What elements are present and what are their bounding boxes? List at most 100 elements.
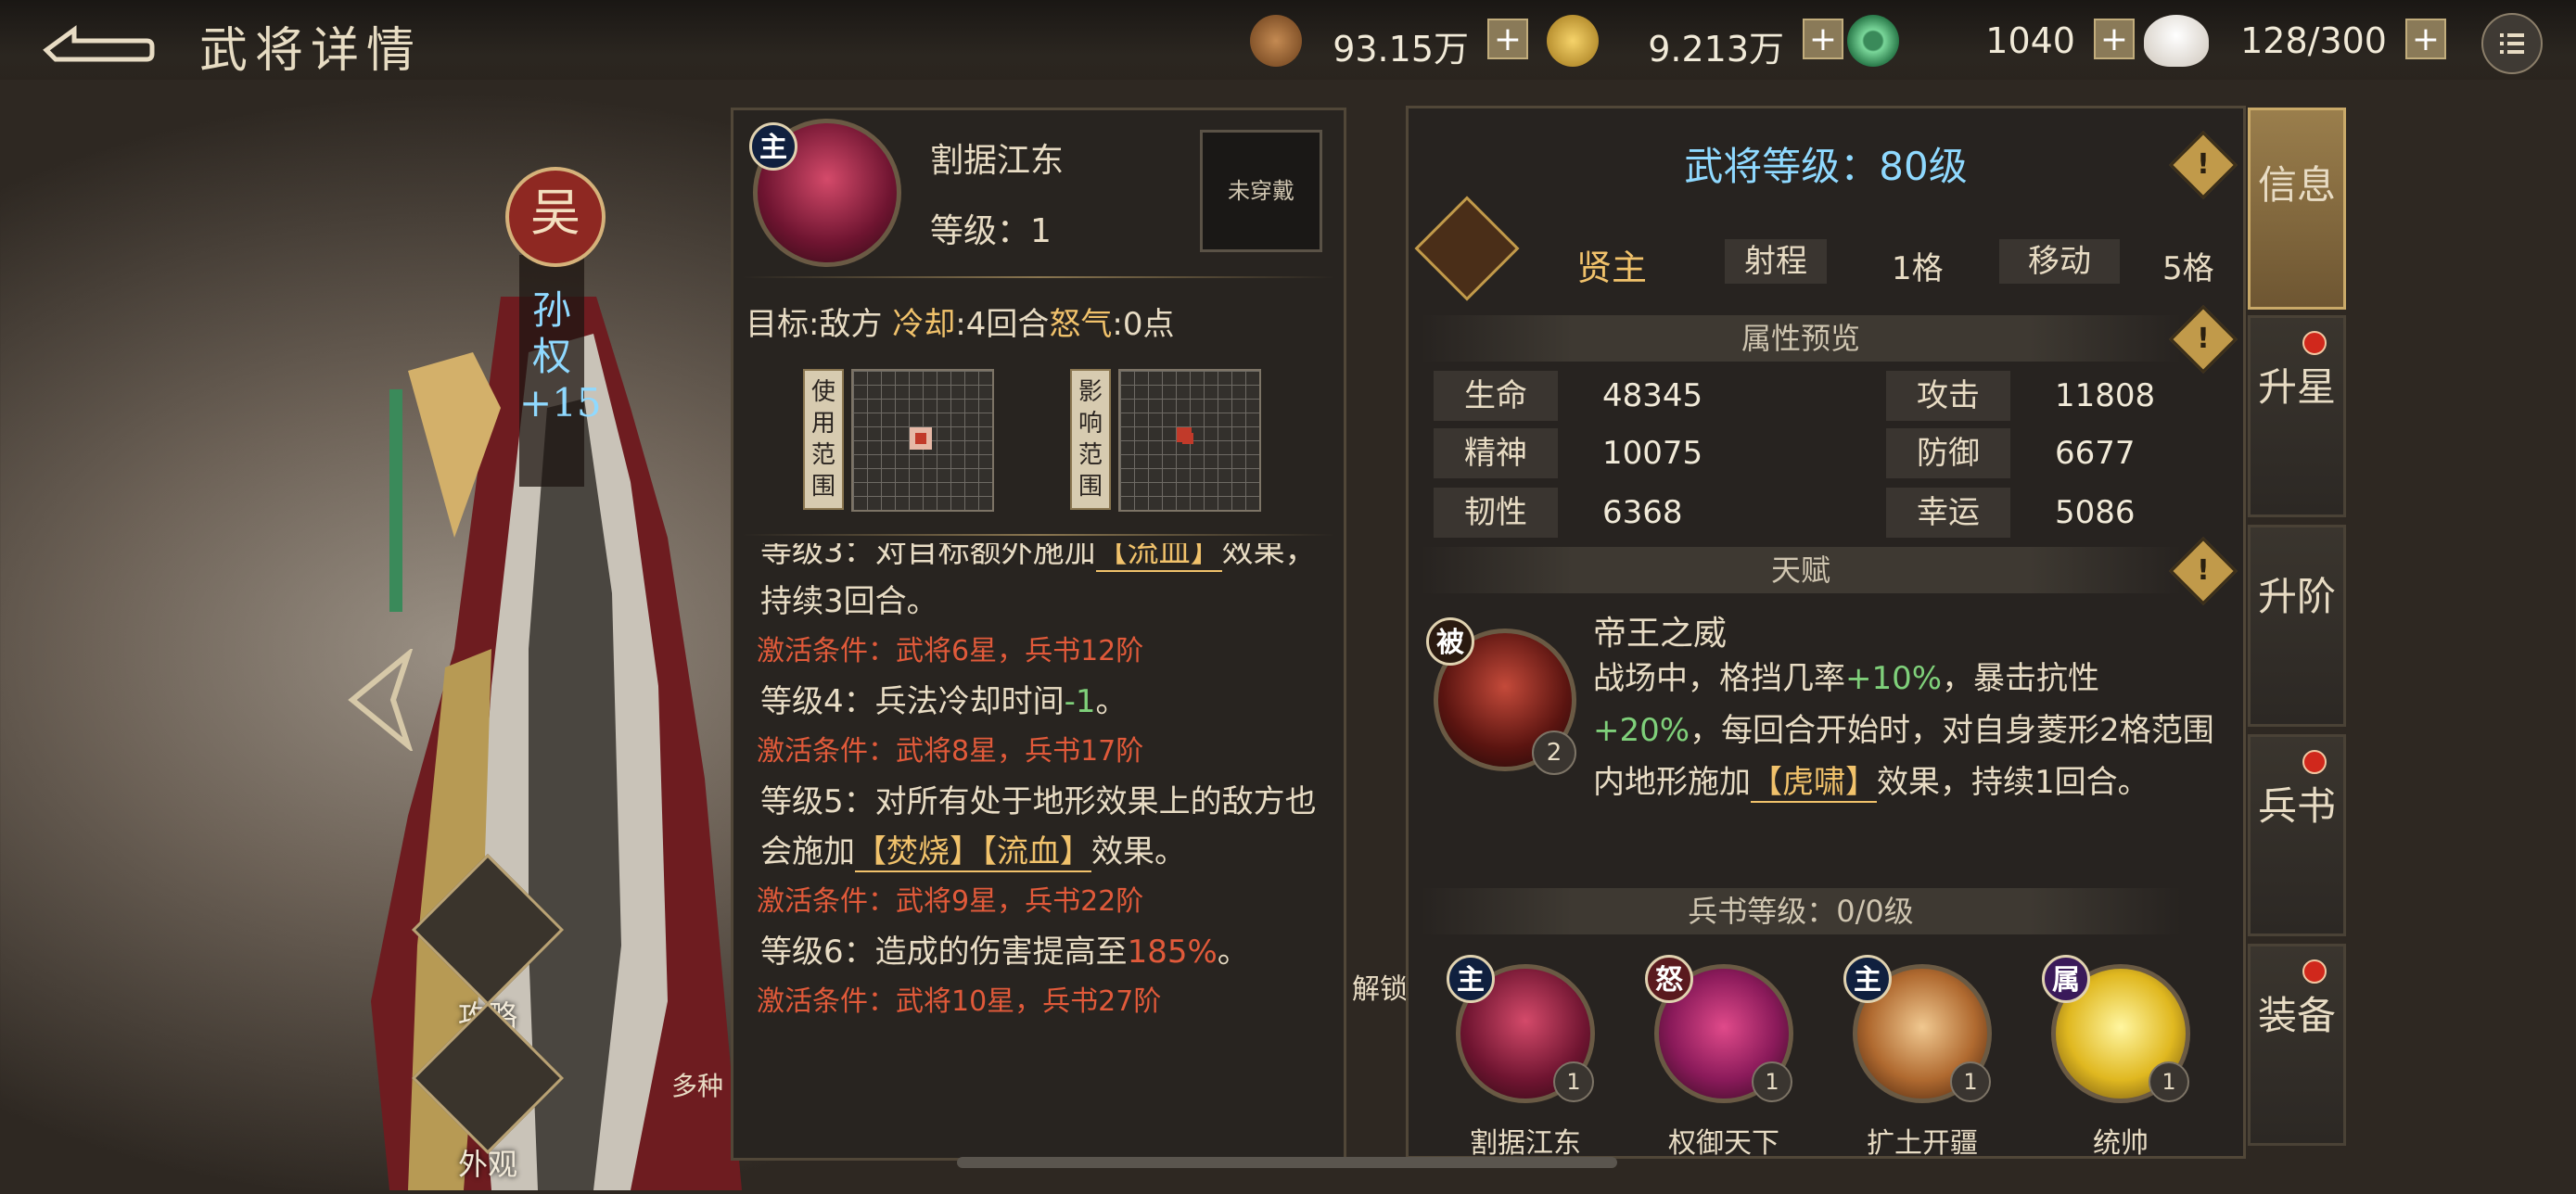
upgrade-level-3: 等级3：对目标额外施加【流血】效果，持续3回合。	[757, 543, 1322, 627]
bleed-tag: 【流血】	[981, 833, 1091, 872]
tiger-roar-tag: 【虎啸】	[1751, 764, 1877, 803]
notification-dot	[2302, 750, 2327, 774]
range-value: 1格	[1892, 250, 1944, 287]
skill-stats: 目标:敌方 冷却:4回合怒气:0点	[746, 306, 1175, 343]
jade-coin-icon	[1847, 15, 1899, 67]
use-range-label: 使用范围	[803, 369, 844, 510]
attr-value-spirit: 10075	[1602, 435, 1703, 472]
tab-info-label: 信息	[2257, 162, 2336, 208]
upgrade-level-4-value: -1	[1064, 683, 1096, 720]
book-level: 1	[1752, 1061, 1792, 1102]
upgrade-level-4-tail: 。	[1095, 683, 1128, 720]
attr-value-toughness: 6368	[1602, 494, 1683, 531]
attr-name-toughness: 韧性	[1434, 488, 1558, 538]
target-value: 敌方	[819, 306, 883, 343]
skill-type-tag: 主	[749, 122, 797, 171]
add-copper-button[interactable]: +	[1487, 19, 1528, 59]
tab-war-book[interactable]: 兵书	[2248, 734, 2346, 936]
tab-star-up[interactable]: 升星	[2248, 315, 2346, 517]
upgrade-level-6-text: 等级6：造成的伤害提高至	[760, 934, 1128, 971]
notification-dot	[2302, 331, 2327, 355]
book-level: 1	[2149, 1061, 2189, 1102]
resource-jade-value: 1040	[1985, 20, 2075, 61]
rage-value: 0点	[1122, 306, 1175, 343]
exclamation-icon: !	[2197, 323, 2210, 355]
book-name: 扩土开疆	[1867, 1127, 1978, 1160]
back-arrow-icon	[43, 25, 155, 62]
chevron-left-icon	[348, 646, 414, 754]
attr-name-def: 防御	[1886, 428, 2010, 478]
talent-section-header: 天赋	[1421, 547, 2181, 593]
skill-upgrade-list: 等级3：对目标额外施加【流血】效果，持续3回合。 激活条件：武将6星，兵书12阶…	[757, 543, 1322, 1137]
armor-icon	[411, 1001, 565, 1155]
book-section-header: 兵书等级：0/0级	[1421, 888, 2181, 934]
add-gold-button[interactable]: +	[1803, 19, 1843, 59]
tab-equipment-label: 装备	[2257, 993, 2336, 1038]
skill-level: 等级：1	[930, 212, 1052, 250]
book-name: 割据江东	[1470, 1127, 1581, 1160]
add-stamina-button[interactable]: +	[2405, 19, 2446, 59]
attr-value-hp: 48345	[1602, 377, 1703, 414]
attr-value-luck: 5086	[2055, 494, 2136, 531]
book-type-tag: 怒	[1645, 955, 1693, 1003]
home-indicator	[957, 1157, 1617, 1168]
range-label: 射程	[1725, 239, 1827, 284]
effect-cell	[1177, 427, 1193, 444]
condition-level-6: 激活条件：武将10星，兵书27阶	[757, 985, 1162, 1018]
resource-copper-value: 93.15万	[1333, 29, 1469, 70]
list-menu-icon	[2500, 33, 2524, 54]
upgrade-level-5-tail: 效果。	[1091, 833, 1186, 870]
talent-level-badge: 2	[1532, 730, 1576, 775]
exclamation-icon: !	[2197, 554, 2210, 587]
use-range-grid	[851, 369, 994, 512]
condition-level-4: 激活条件：武将8星，兵书17阶	[757, 735, 1144, 768]
previous-hero-button[interactable]	[343, 646, 417, 754]
book-level: 1	[1950, 1061, 1991, 1102]
divider	[742, 276, 1335, 278]
upgrade-level-5: 等级5：对所有处于地形效果上的敌方也会施加【焚烧】【流血】效果。	[757, 777, 1322, 877]
resource-gold: 9.213万 +	[1547, 15, 1843, 70]
faction-badge: 吴	[505, 167, 606, 267]
effect-range-grid	[1118, 369, 1261, 512]
divider	[742, 534, 1335, 536]
book-level: 1	[1553, 1061, 1594, 1102]
talent-desc-part: 效果，持续1回合。	[1877, 764, 2149, 801]
hero-level: 武将等级：80级	[1684, 144, 1968, 189]
attr-value-def: 6677	[2055, 435, 2136, 472]
skill-name: 割据江东	[930, 142, 1065, 180]
talent-desc-part: 战场中，格挡几率	[1593, 660, 1845, 697]
resource-copper: 93.15万 +	[1250, 15, 1528, 70]
talent-description: 战场中，格挡几率+10%，暴击抗性+20%，每回合开始时，对自身菱形2格范围内地…	[1593, 653, 2224, 808]
resource-stamina-value: 128/300	[2240, 20, 2387, 61]
talent-name: 帝王之威	[1593, 615, 1728, 653]
scroll-icon	[411, 853, 565, 1007]
upgrade-level-4-text: 等级4：兵法冷却时间	[760, 683, 1065, 720]
menu-button[interactable]	[2481, 13, 2543, 74]
equip-slot[interactable]: 未穿戴	[1200, 130, 1322, 252]
attr-name-luck: 幸运	[1886, 488, 2010, 538]
move-value: 5格	[2162, 250, 2214, 287]
coin-stack-icon	[1250, 15, 1302, 67]
upgrade-level-6-tail: 。	[1217, 934, 1249, 971]
page-title: 武将详情	[199, 23, 423, 79]
block-rate-value: +10%	[1845, 660, 1943, 697]
add-jade-button[interactable]: +	[2094, 19, 2135, 59]
tab-rank-up[interactable]: 升阶	[2248, 525, 2346, 727]
tab-rank-up-label: 升阶	[2257, 574, 2336, 619]
book-name: 权御天下	[1668, 1127, 1779, 1160]
upgrade-level-4: 等级4：兵法冷却时间-1。	[757, 677, 1322, 727]
book-name: 统帅	[2093, 1127, 2149, 1160]
move-label: 移动	[1999, 239, 2120, 284]
condition-level-5: 激活条件：武将9星，兵书22阶	[757, 885, 1144, 918]
appearance-button[interactable]: 外观	[411, 1001, 565, 1184]
tab-star-up-label: 升星	[2257, 364, 2336, 410]
book-type-tag: 主	[1843, 955, 1892, 1003]
tab-info[interactable]: 信息	[2248, 108, 2346, 310]
back-button[interactable]	[37, 13, 158, 69]
cooldown-value: 4回合	[965, 306, 1050, 343]
class-name: 贤主	[1576, 248, 1648, 288]
tab-equipment[interactable]: 装备	[2248, 944, 2346, 1146]
upgrade-level-6: 等级6：造成的伤害提高至185%。	[757, 927, 1322, 977]
rage-label: 怒气	[1049, 306, 1113, 343]
burn-tag: 【焚烧】	[855, 833, 981, 872]
